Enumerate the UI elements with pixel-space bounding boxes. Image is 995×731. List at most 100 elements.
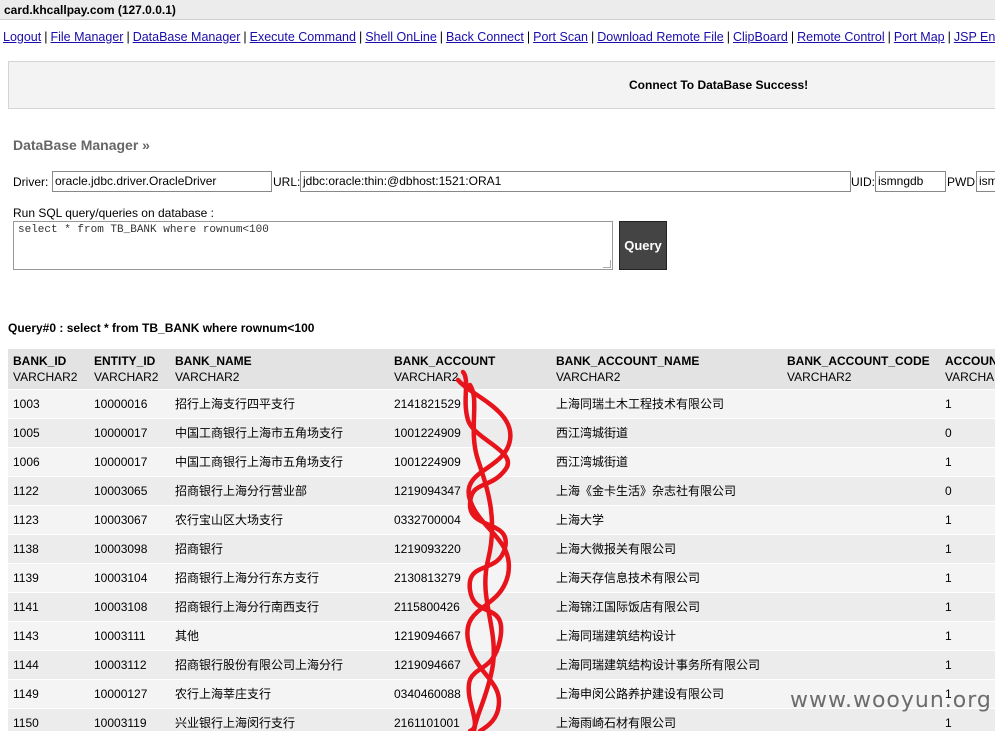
table-cell: 上海大学 (551, 505, 782, 535)
page-title: DataBase Manager » (13, 137, 150, 153)
table-cell (782, 650, 940, 680)
nav-link-file-manager[interactable]: File Manager (50, 30, 123, 44)
table-cell: 10000017 (89, 418, 170, 448)
column-header: ENTITY_ID VARCHAR2 (89, 349, 170, 390)
table-cell: 1 (940, 563, 995, 593)
query-button[interactable]: Query (619, 221, 667, 270)
sql-text: select * from TB_BANK where rownum<100 (18, 224, 269, 236)
table-cell: 0 (940, 418, 995, 448)
query-result-title: Query#0 : select * from TB_BANK where ro… (8, 321, 315, 335)
table-row: 1123 10003067 农行宝山区大场支行 0332700004 上海大学 1 (8, 505, 995, 535)
nav-link-port-scan[interactable]: Port Scan (533, 30, 588, 44)
table-cell: 1 (940, 592, 995, 622)
table-row: 1006 10000017 中国工商银行上海市五角场支行 1001224909 西江湾城… (8, 447, 995, 477)
table-cell: 1 (940, 505, 995, 535)
column-header: BANK_ACCOUNT_CODE VARCHAR2 (782, 349, 940, 390)
table-cell: 1150 (8, 708, 89, 731)
nav-link-database-manager[interactable]: DataBase Manager (133, 30, 241, 44)
sql-label: Run SQL query/queries on database : (13, 206, 215, 220)
column-header: BANK_ACCOUNT_NAME VARCHAR2 (551, 349, 782, 390)
table-cell: 西江湾城街道 (551, 418, 782, 448)
table-cell: 中国工商银行上海市五角场支行 (170, 447, 389, 477)
table-cell: 1122 (8, 476, 89, 506)
table-cell: 招商银行上海分行南西支行 (170, 592, 389, 622)
table-cell: 10003067 (89, 505, 170, 535)
table-cell: 10000016 (89, 389, 170, 419)
table-cell: 招行上海支行四平支行 (170, 389, 389, 419)
table-cell: 上海雨崎石材有限公司 (551, 708, 782, 731)
nav-separator: | (526, 30, 531, 44)
resize-grip-icon[interactable] (603, 260, 611, 268)
pwd-input[interactable]: ism (976, 171, 995, 192)
column-type: VARCHAR2 (94, 370, 159, 384)
nav-link-clipboard[interactable]: ClipBoard (733, 30, 788, 44)
table-cell: 上海申闵公路养护建设有限公司 (551, 679, 782, 709)
sql-textarea[interactable]: select * from TB_BANK where rownum<100 (13, 221, 613, 270)
column-header: BANK_NAME VARCHAR2 (170, 349, 389, 390)
nav-link-logout[interactable]: Logout (3, 30, 41, 44)
table-cell: 中国工商银行上海市五角场支行 (170, 418, 389, 448)
column-name: ACCOUN (945, 354, 995, 368)
table-row: 1122 10003065 招商银行上海分行营业部 1219094347 上海《金卡生活… (8, 476, 995, 506)
table-cell: 1144 (8, 650, 89, 680)
table-cell: 上海同瑞土木工程技术有限公司 (551, 389, 782, 419)
nav-link-remote-control[interactable]: Remote Control (797, 30, 885, 44)
table-cell: 农行宝山区大场支行 (170, 505, 389, 535)
table-cell: 上海同瑞建筑结构设计事务所有限公司 (551, 650, 782, 680)
table-cell: 招商银行股份有限公司上海分行 (170, 650, 389, 680)
pwd-label: PWD: (947, 175, 979, 189)
nav-link-execute-command[interactable]: Execute Command (250, 30, 356, 44)
table-cell: 1138 (8, 534, 89, 564)
driver-input[interactable]: oracle.jdbc.driver.OracleDriver (52, 171, 272, 192)
table-cell: 1006 (8, 447, 89, 477)
table-cell: 10003104 (89, 563, 170, 593)
table-cell: 1219093220 (389, 534, 551, 564)
table-cell: 1001224909 (389, 447, 551, 477)
nav-link-download-remote-file[interactable]: Download Remote File (597, 30, 723, 44)
table-row: 1141 10003108 招商银行上海分行南西支行 2115800426 上海锦江国际… (8, 592, 995, 622)
nav-link-jsp-env[interactable]: JSP Env (954, 30, 995, 44)
nav-separator: | (243, 30, 247, 44)
table-cell: 1 (940, 534, 995, 564)
table-cell: 0 (940, 476, 995, 506)
column-header: BANK_ACCOUNT VARCHAR2 (389, 349, 551, 390)
table-row: 1139 10003104 招商银行上海分行东方支行 2130813279 上海天存信息… (8, 563, 995, 593)
table-cell: 1219094667 (389, 621, 551, 651)
table-cell: 农行上海莘庄支行 (170, 679, 389, 709)
uid-input[interactable]: ismngdb (875, 171, 946, 192)
table-cell: 10003108 (89, 592, 170, 622)
nav-link-back-connect[interactable]: Back Connect (446, 30, 524, 44)
table-cell (782, 563, 940, 593)
table-cell: 其他 (170, 621, 389, 651)
table-cell: 西江湾城街道 (551, 447, 782, 477)
column-header: ACCOUN VARCHA (940, 349, 995, 390)
nav-separator: | (947, 30, 951, 44)
table-cell: 上海大微报关有限公司 (551, 534, 782, 564)
column-name: BANK_ACCOUNT (394, 354, 496, 368)
nav-separator: | (439, 30, 444, 44)
table-cell: 1219094667 (389, 650, 551, 680)
table-cell: 2115800426 (389, 592, 551, 622)
column-type: VARCHAR2 (175, 370, 240, 384)
table-cell (782, 476, 940, 506)
table-cell: 2161101001 (389, 708, 551, 731)
nav-link-port-map[interactable]: Port Map (894, 30, 945, 44)
table-cell (782, 447, 940, 477)
table-cell: 10000127 (89, 679, 170, 709)
table-cell: 招商银行 (170, 534, 389, 564)
table-cell (782, 621, 940, 651)
table-cell: 0340460088 (389, 679, 551, 709)
url-label: URL: (273, 175, 301, 189)
table-cell: 兴业银行上海闵行支行 (170, 708, 389, 731)
nav-bar: Logout | File Manager | DataBase Manager | Exe… (3, 29, 995, 45)
nav-link-shell-online[interactable]: Shell OnLine (365, 30, 437, 44)
url-input[interactable]: jdbc:oracle:thin:@dbhost:1521:ORA1 (300, 171, 851, 192)
table-cell: 10003098 (89, 534, 170, 564)
table-cell: 1141 (8, 592, 89, 622)
nav-separator: | (887, 30, 891, 44)
table-row: 1003 10000016 招行上海支行四平支行 2141821529 上海同瑞土木工程… (8, 389, 995, 419)
column-name: BANK_NAME (175, 354, 252, 368)
status-message-box: Connect To DataBase Success! (8, 61, 995, 109)
table-cell: 上海《金卡生活》杂志社有限公司 (551, 476, 782, 506)
table-cell: 1143 (8, 621, 89, 651)
